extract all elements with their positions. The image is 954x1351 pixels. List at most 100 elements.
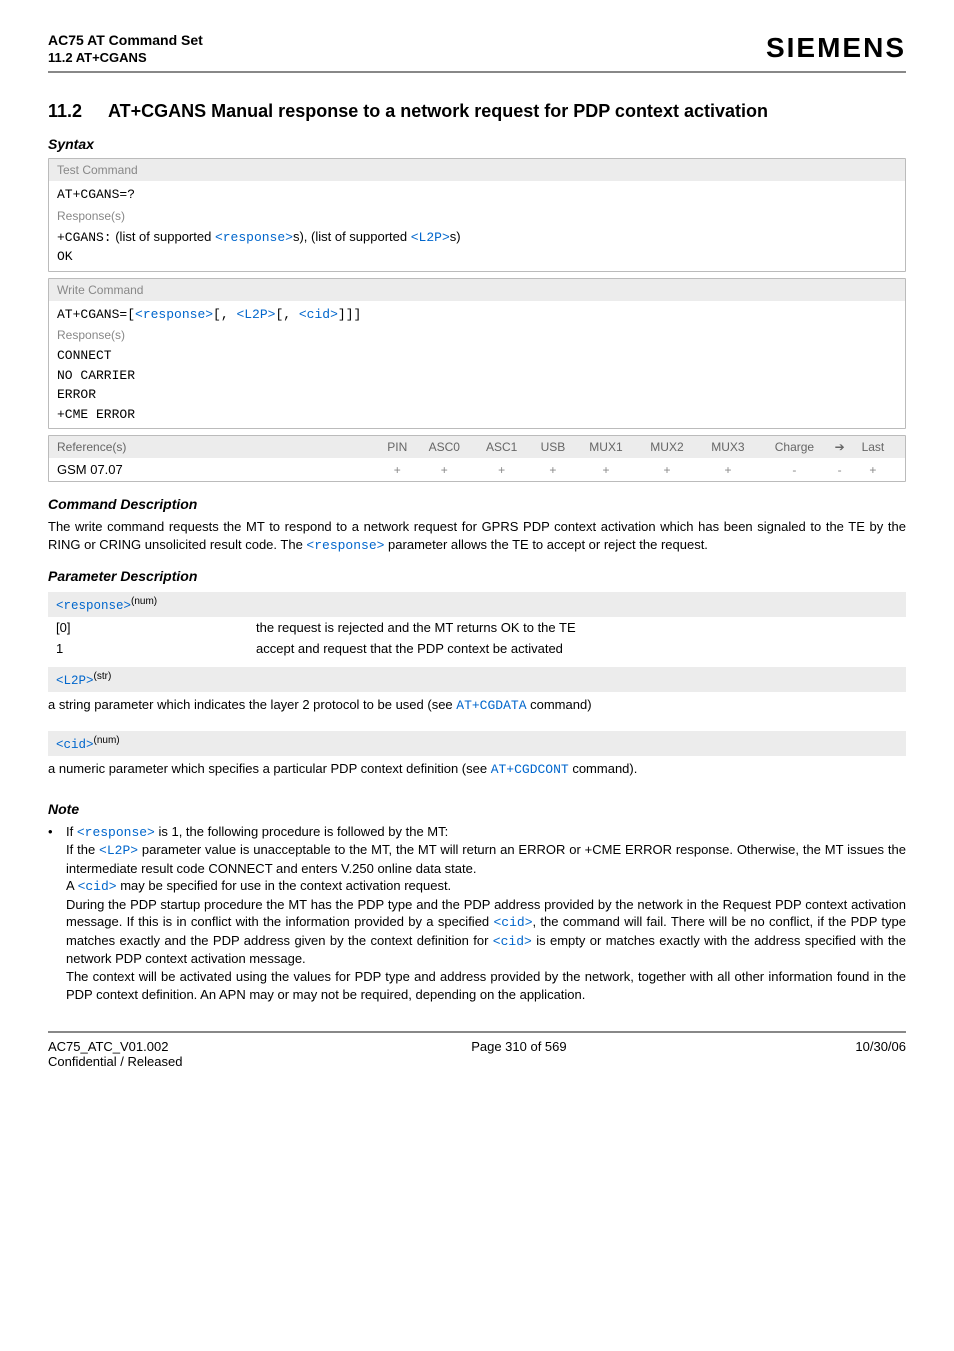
- param-response-block: <response>(num) [0] the request is rejec…: [48, 592, 906, 659]
- text: If: [66, 824, 77, 839]
- note-heading: Note: [48, 801, 906, 817]
- val-usb: +: [530, 458, 575, 481]
- param-type: (num): [94, 735, 120, 746]
- param-cid-text: a numeric parameter which specifies a pa…: [48, 756, 906, 787]
- val-charge: -: [758, 458, 830, 481]
- param-l2p-text: a string parameter which indicates the l…: [48, 692, 906, 723]
- col-mux1: MUX1: [575, 436, 636, 458]
- text: parameter value is unacceptable to the M…: [66, 842, 906, 876]
- cmd-prefix: AT+CGANS=: [57, 307, 127, 322]
- text: command).: [569, 761, 638, 776]
- test-command-block: Test Command AT+CGANS=? Response(s) +CGA…: [48, 158, 906, 272]
- write-resp-error: ERROR: [57, 385, 897, 405]
- footer-date: 10/30/06: [855, 1039, 906, 1069]
- param-response[interactable]: <response>: [306, 538, 384, 553]
- brand-logo: SIEMENS: [766, 32, 906, 64]
- page-footer: AC75_ATC_V01.002 Confidential / Released…: [48, 1031, 906, 1069]
- page-header: AC75 AT Command Set 11.2 AT+CGANS SIEMEN…: [48, 32, 906, 73]
- param-desc-1: accept and request that the PDP context …: [256, 641, 898, 656]
- section-title: AT+CGANS Manual response to a network re…: [108, 101, 906, 122]
- val-mux2: +: [636, 458, 697, 481]
- param-desc-0: the request is rejected and the MT retur…: [256, 620, 898, 635]
- val-mux3: +: [697, 458, 758, 481]
- test-resp-label: Response(s): [57, 207, 897, 225]
- param-response[interactable]: <response>: [77, 825, 155, 840]
- test-resp-line: +CGANS: (list of supported <response>s),…: [57, 227, 897, 248]
- arrow-icon: ➔: [835, 440, 845, 454]
- param-key-0: [0]: [56, 620, 256, 635]
- note-body: If <response> is 1, the following proced…: [66, 823, 906, 1003]
- col-charge: Charge: [758, 436, 830, 458]
- text: command): [527, 697, 592, 712]
- param-l2p-block: <L2P>(str) a string parameter which indi…: [48, 667, 906, 723]
- link-atcgdata[interactable]: AT+CGDATA: [456, 698, 526, 713]
- param-response[interactable]: <response>: [135, 307, 213, 322]
- cmd-desc-text: The write command requests the MT to res…: [48, 518, 906, 554]
- ref-row-label: GSM 07.07: [49, 458, 379, 481]
- link-atcgdcont[interactable]: AT+CGDCONT: [491, 762, 569, 777]
- param-name-cid[interactable]: <cid>: [56, 738, 94, 752]
- col-usb: USB: [530, 436, 575, 458]
- text: may be specified for use in the context …: [117, 878, 452, 893]
- text: is 1, the following procedure is followe…: [155, 824, 448, 839]
- param-desc-heading: Parameter Description: [48, 568, 906, 584]
- cmd-desc-heading: Command Description: [48, 496, 906, 512]
- write-command-block: Write Command AT+CGANS=[<response>[, <L2…: [48, 278, 906, 430]
- doc-subtitle: 11.2 AT+CGANS: [48, 50, 203, 65]
- val-asc1: +: [473, 458, 530, 481]
- write-cmd: AT+CGANS=[<response>[, <L2P>[, <cid>]]]: [57, 305, 897, 325]
- write-resp-connect: CONNECT: [57, 346, 897, 366]
- text: a string parameter which indicates the l…: [48, 697, 456, 712]
- note-list: • If <response> is 1, the following proc…: [48, 823, 906, 1003]
- footer-version: AC75_ATC_V01.002: [48, 1039, 182, 1054]
- val-arrow: -: [830, 458, 848, 481]
- col-arrow: ➔: [830, 436, 848, 458]
- resp-prefix: +CGANS:: [57, 230, 112, 245]
- section-number: 11.2: [48, 101, 108, 122]
- col-pin: PIN: [379, 436, 416, 458]
- test-cmd-label: Test Command: [49, 159, 905, 181]
- param-type: (str): [94, 671, 112, 682]
- param-cid-block: <cid>(num) a numeric parameter which spe…: [48, 731, 906, 787]
- param-l2p[interactable]: <L2P>: [236, 307, 275, 322]
- param-cid[interactable]: <cid>: [299, 307, 338, 322]
- write-resp-cme: +CME ERROR: [57, 405, 897, 425]
- val-pin: +: [379, 458, 416, 481]
- ref-head: Reference(s): [49, 436, 379, 458]
- param-cid[interactable]: <cid>: [493, 915, 532, 930]
- param-key-1: 1: [56, 641, 256, 656]
- footer-confidential: Confidential / Released: [48, 1054, 182, 1069]
- reference-block: Reference(s) PIN ASC0 ASC1 USB MUX1 MUX2…: [48, 435, 906, 482]
- section-heading: 11.2 AT+CGANS Manual response to a netwo…: [48, 101, 906, 122]
- param-cid[interactable]: <cid>: [78, 879, 117, 894]
- resp-text: (list of supported: [112, 229, 215, 244]
- bullet-icon: •: [48, 823, 66, 1003]
- write-resp-nocarrier: NO CARRIER: [57, 366, 897, 386]
- text: a numeric parameter which specifies a pa…: [48, 761, 491, 776]
- param-name-l2p[interactable]: <L2P>: [56, 674, 94, 688]
- footer-page: Page 310 of 569: [182, 1039, 855, 1069]
- syntax-heading: Syntax: [48, 136, 906, 152]
- col-asc0: ASC0: [416, 436, 473, 458]
- text: If the: [66, 842, 99, 857]
- col-mux2: MUX2: [636, 436, 697, 458]
- write-cmd-label: Write Command: [49, 279, 905, 301]
- write-resp-label: Response(s): [57, 326, 897, 344]
- test-ok: OK: [57, 247, 897, 267]
- val-last: +: [849, 458, 905, 481]
- resp-text: s), (list of supported: [293, 229, 411, 244]
- test-cmd: AT+CGANS=?: [57, 185, 897, 205]
- param-l2p[interactable]: <L2P>: [411, 230, 450, 245]
- param-cid[interactable]: <cid>: [493, 934, 532, 949]
- doc-title: AC75 AT Command Set: [48, 32, 203, 48]
- col-asc1: ASC1: [473, 436, 530, 458]
- text: parameter allows the TE to accept or rej…: [384, 537, 707, 552]
- col-mux3: MUX3: [697, 436, 758, 458]
- col-last: Last: [849, 436, 905, 458]
- param-response[interactable]: <response>: [215, 230, 293, 245]
- param-name-response[interactable]: <response>: [56, 599, 131, 613]
- val-mux1: +: [575, 458, 636, 481]
- text: The context will be activated using the …: [66, 969, 906, 1002]
- resp-text: s): [450, 229, 461, 244]
- param-l2p[interactable]: <L2P>: [99, 843, 138, 858]
